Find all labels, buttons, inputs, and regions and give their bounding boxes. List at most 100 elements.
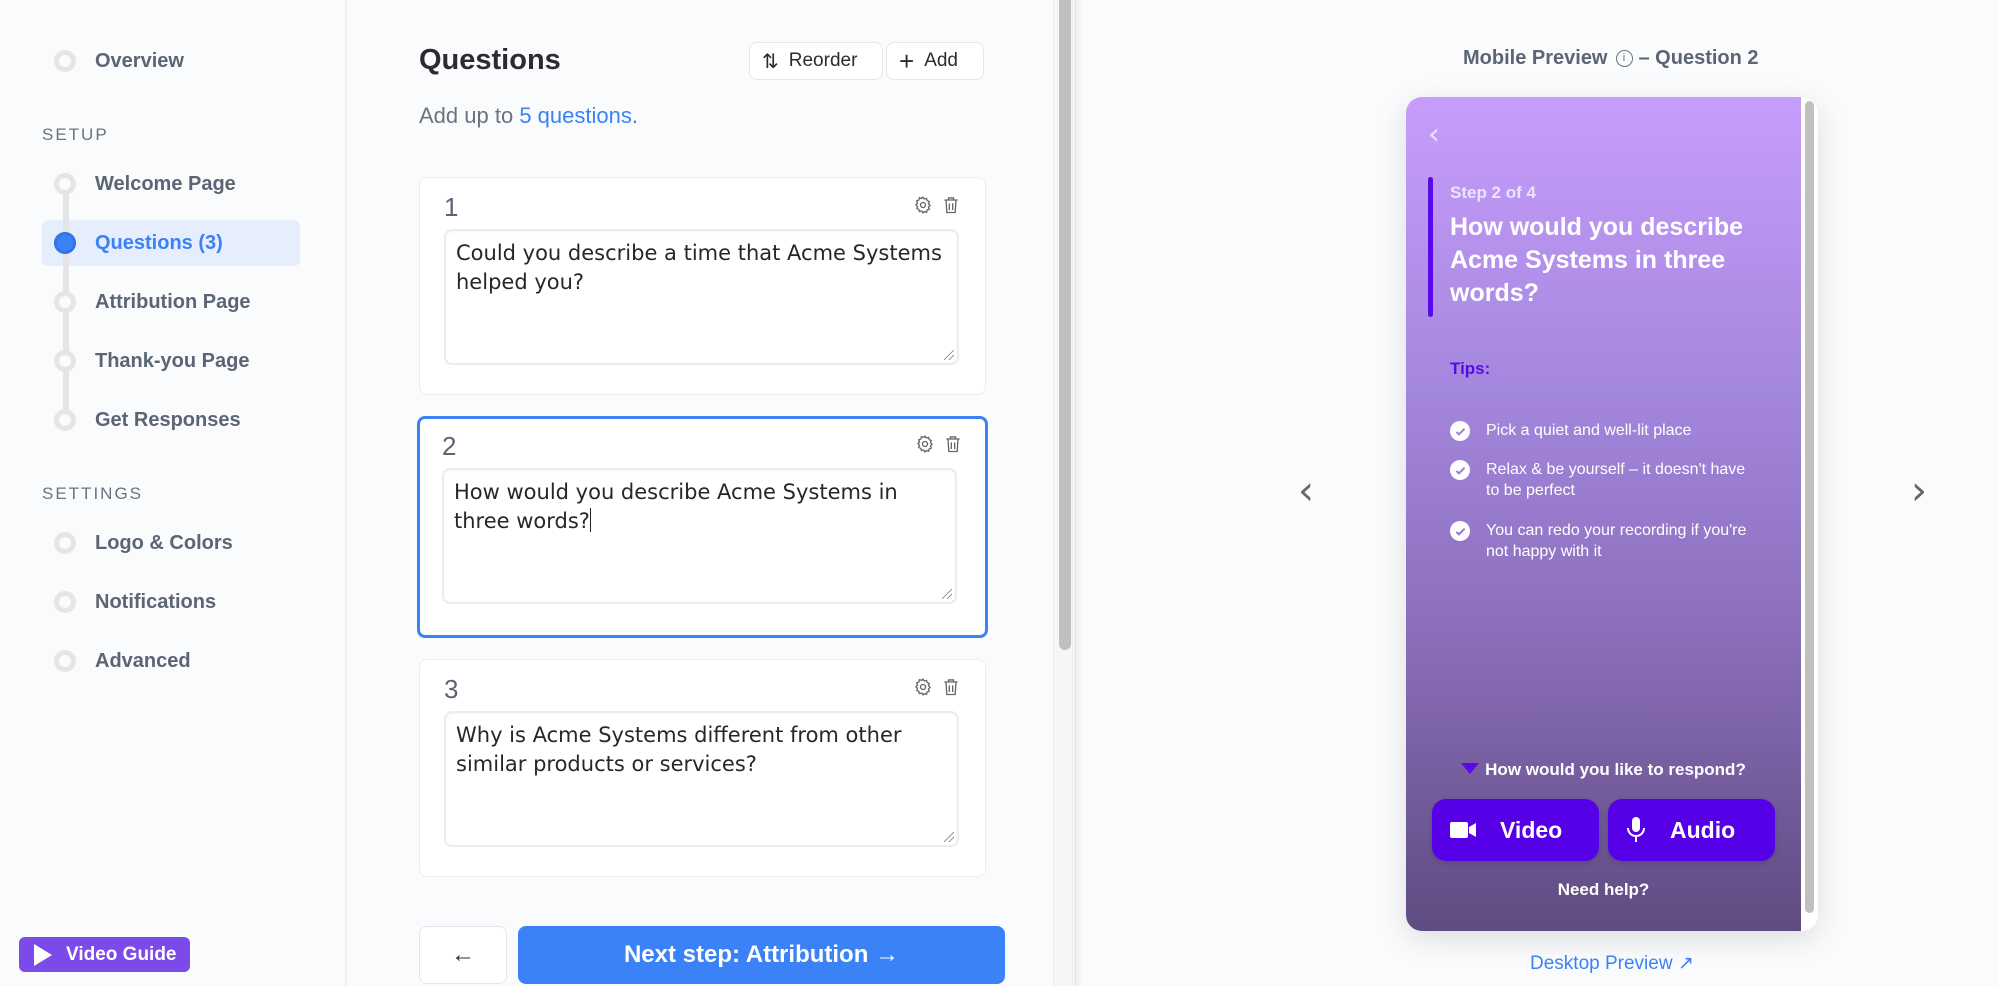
sidebar-item-welcome-page[interactable]: Welcome Page bbox=[42, 161, 300, 207]
desktop-preview-link[interactable]: Desktop Preview ↗ bbox=[1530, 952, 1694, 975]
trash-icon[interactable] bbox=[941, 194, 961, 216]
need-help-link[interactable]: Need help? bbox=[1406, 880, 1801, 900]
text-cursor bbox=[589, 508, 591, 532]
phone-scrollbar[interactable] bbox=[1805, 101, 1814, 913]
sidebar-item-label: Questions (3) bbox=[95, 231, 223, 254]
back-chevron-icon[interactable]: ‹ bbox=[1428, 117, 1440, 152]
trash-icon[interactable] bbox=[941, 676, 961, 698]
sidebar: Overview SETUP Welcome Page Questions (3… bbox=[0, 0, 347, 986]
respond-prompt-text: How would you like to respond? bbox=[1485, 760, 1746, 779]
step-dot-icon bbox=[54, 532, 76, 554]
next-step-label: Next step: Attribution → bbox=[623, 941, 900, 968]
sidebar-item-label: Logo & Colors bbox=[95, 531, 233, 554]
sidebar-item-attribution-page[interactable]: Attribution Page bbox=[42, 279, 300, 325]
trash-icon[interactable] bbox=[943, 433, 963, 455]
gear-icon[interactable] bbox=[913, 194, 933, 216]
sidebar-item-overview[interactable]: Overview bbox=[42, 38, 300, 84]
info-icon[interactable]: i bbox=[1615, 50, 1633, 67]
question-card-selected: 2 How would you describe Acme Systems in… bbox=[417, 416, 988, 638]
subtitle-period: . bbox=[631, 103, 638, 128]
sidebar-item-label: Overview bbox=[95, 49, 184, 72]
question-number: 1 bbox=[444, 192, 459, 222]
resize-handle-icon[interactable] bbox=[944, 350, 954, 360]
sidebar-item-questions[interactable]: Questions (3) bbox=[42, 220, 300, 266]
next-step-button[interactable]: Next step: Attribution → bbox=[518, 926, 1005, 984]
step-dot-icon bbox=[54, 650, 76, 672]
preview-title-text: Mobile Preview bbox=[1463, 47, 1608, 69]
subtitle: Add up to 5 questions. bbox=[419, 103, 638, 129]
step-dot-icon bbox=[54, 173, 76, 195]
question-text: Why is Acme Systems different from other… bbox=[456, 723, 902, 776]
sidebar-item-label: Attribution Page bbox=[95, 290, 251, 313]
next-question-arrow-icon[interactable]: › bbox=[1911, 468, 1927, 514]
gear-icon[interactable] bbox=[913, 676, 933, 698]
sidebar-item-label: Thank-you Page bbox=[95, 349, 250, 372]
step-dot-icon bbox=[54, 350, 76, 372]
respond-audio-button[interactable]: Audio bbox=[1608, 799, 1775, 861]
video-label: Video bbox=[1500, 816, 1563, 843]
preview-title: Mobile Preview i – Question 2 bbox=[1463, 47, 1759, 70]
scrollbar-thumb[interactable] bbox=[1059, 0, 1071, 650]
sidebar-item-get-responses[interactable]: Get Responses bbox=[42, 397, 300, 443]
add-label: Add bbox=[924, 50, 958, 71]
step-dot-icon bbox=[54, 409, 76, 431]
resize-handle-icon[interactable] bbox=[942, 589, 952, 599]
tip-item: You can redo your recording if you're no… bbox=[1450, 520, 1750, 562]
respond-prompt: How would you like to respond? bbox=[1406, 760, 1801, 780]
app-root: Overview SETUP Welcome Page Questions (3… bbox=[0, 0, 1999, 986]
tip-text: Relax & be yourself – it doesn't have to… bbox=[1486, 461, 1746, 499]
caret-down-icon bbox=[1461, 763, 1480, 774]
reorder-label: Reorder bbox=[788, 50, 858, 71]
video-guide-label: Video Guide bbox=[66, 943, 177, 965]
question-actions bbox=[913, 676, 961, 698]
question-card: 1 Could you describe a time that Acme Sy… bbox=[419, 177, 986, 395]
video-guide-button[interactable]: Video Guide bbox=[19, 937, 190, 972]
step-indicator: Step 2 of 4 bbox=[1450, 183, 1536, 202]
question-number: 2 bbox=[442, 431, 457, 461]
step-dot-active-icon bbox=[54, 232, 76, 254]
sidebar-item-logo-colors[interactable]: Logo & Colors bbox=[42, 520, 300, 566]
respond-video-button[interactable]: Video bbox=[1432, 799, 1599, 861]
tip-item: Pick a quiet and well-lit place bbox=[1450, 420, 1750, 441]
sidebar-item-label: Welcome Page bbox=[95, 172, 236, 195]
section-label-setup: SETUP bbox=[42, 125, 109, 144]
reorder-button[interactable]: ⇅ Reorder bbox=[749, 42, 883, 80]
back-button[interactable]: ← bbox=[419, 926, 507, 984]
arrow-left-icon: ← bbox=[451, 941, 475, 968]
step-dot-icon bbox=[54, 291, 76, 313]
tip-item: Relax & be yourself – it doesn't have to… bbox=[1450, 459, 1750, 501]
question-actions bbox=[915, 433, 963, 455]
sidebar-item-notifications[interactable]: Notifications bbox=[42, 579, 300, 625]
question-text-input[interactable]: Why is Acme Systems different from other… bbox=[444, 711, 959, 847]
check-circle-icon bbox=[1450, 421, 1470, 441]
preview-question-label: – Question 2 bbox=[1638, 47, 1759, 69]
video-camera-icon bbox=[1450, 822, 1476, 838]
sidebar-item-label: Notifications bbox=[95, 590, 217, 613]
step-dot-icon bbox=[54, 591, 76, 613]
reorder-arrows-icon: ⇅ bbox=[762, 50, 779, 73]
sidebar-item-label: Advanced bbox=[95, 649, 191, 672]
step-dot-icon bbox=[54, 50, 76, 72]
resize-handle-icon[interactable] bbox=[944, 832, 954, 842]
sidebar-item-label: Get Responses bbox=[95, 408, 241, 431]
prev-question-arrow-icon[interactable]: ‹ bbox=[1298, 468, 1314, 514]
sidebar-item-thank-you-page[interactable]: Thank-you Page bbox=[42, 338, 300, 384]
question-accent-bar bbox=[1428, 177, 1433, 317]
question-text-input[interactable]: Could you describe a time that Acme Syst… bbox=[444, 229, 959, 365]
mobile-preview-screen: ‹ Step 2 of 4 How would you describe Acm… bbox=[1406, 97, 1801, 931]
audio-label: Audio bbox=[1670, 816, 1736, 843]
gear-icon[interactable] bbox=[915, 433, 935, 455]
play-icon bbox=[34, 943, 52, 966]
section-label-settings: SETTINGS bbox=[42, 484, 144, 503]
tip-text: Pick a quiet and well-lit place bbox=[1486, 422, 1692, 439]
question-number: 3 bbox=[444, 674, 459, 704]
question-limit-link[interactable]: 5 questions bbox=[519, 103, 632, 128]
subtitle-text: Add up to bbox=[419, 103, 520, 128]
check-circle-icon bbox=[1450, 521, 1470, 541]
preview-question: How would you describe Acme Systems in t… bbox=[1450, 213, 1744, 307]
check-circle-icon bbox=[1450, 460, 1470, 480]
sidebar-item-advanced[interactable]: Advanced bbox=[42, 638, 300, 684]
add-question-button[interactable]: + Add bbox=[886, 42, 984, 80]
question-text-input[interactable]: How would you describe Acme Systems in t… bbox=[442, 468, 957, 604]
panel-divider bbox=[1074, 0, 1082, 986]
